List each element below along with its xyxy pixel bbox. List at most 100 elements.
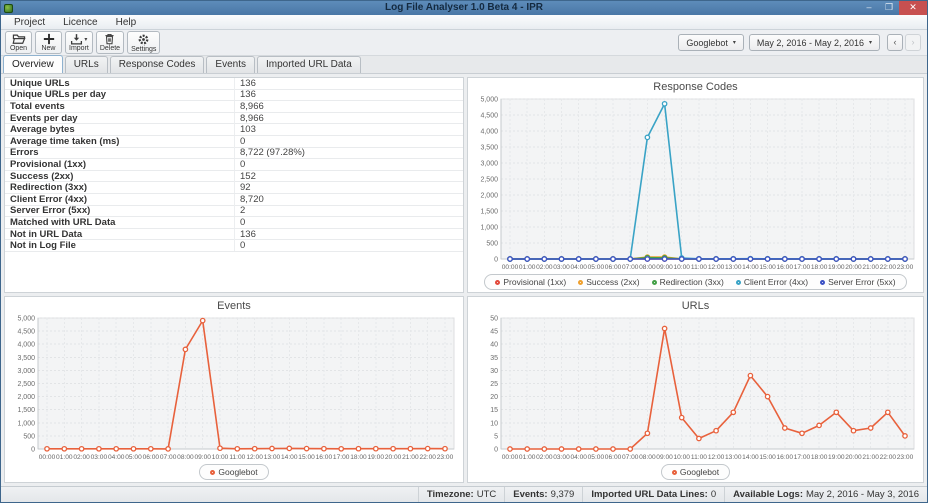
data-point — [407, 445, 414, 452]
svg-text:0: 0 — [494, 257, 498, 264]
stat-value: 136 — [234, 228, 463, 240]
stat-label: Client Error (4xx) — [10, 193, 88, 205]
bot-filter-dropdown[interactable]: Googlebot ▾ — [678, 34, 744, 51]
stat-label: Events per day — [10, 112, 78, 124]
menu-licence[interactable]: Licence — [54, 15, 106, 30]
svg-text:08:00: 08:00 — [639, 454, 656, 461]
minimize-icon[interactable]: – — [859, 1, 879, 15]
data-point — [799, 256, 805, 262]
response-codes-chart: 0 500 1,000 1,500 2,000 2,500 3,000 3,500 4,000 4… — [468, 94, 923, 272]
legend-item: Success (2xx) — [578, 277, 640, 287]
svg-text:18:00: 18:00 — [350, 454, 367, 461]
svg-text:06:00: 06:00 — [143, 454, 160, 461]
data-point — [884, 256, 891, 262]
data-point — [372, 445, 379, 452]
close-icon[interactable]: ✕ — [899, 1, 927, 15]
open-button[interactable]: Open — [5, 31, 32, 54]
data-point — [799, 430, 805, 437]
data-point — [747, 256, 754, 262]
toolbar-button-label: Open — [9, 45, 28, 52]
tab-urls[interactable]: URLs — [64, 56, 108, 73]
table-row: Unique URLs 136 — [5, 78, 463, 90]
events-chart-legend: Googlebot — [5, 462, 463, 482]
status-bar: Timezone: UTC Events: 9,379 Imported URL Dat… — [1, 486, 927, 502]
chart-canvas: 0 5 10 15 20 25 30 35 40 45 50 00:00 01:00 02:00 03:00… — [490, 316, 915, 461]
svg-text:5: 5 — [494, 433, 498, 440]
svg-text:19:00: 19:00 — [828, 454, 845, 461]
new-button[interactable]: New — [35, 31, 62, 54]
table-row: Unique URLs per day 136 — [5, 89, 463, 102]
svg-text:17:00: 17:00 — [794, 264, 811, 271]
svg-text:12:00: 12:00 — [708, 454, 725, 461]
import-button[interactable]: ▾ Import — [65, 31, 93, 54]
svg-text:02:00: 02:00 — [536, 454, 553, 461]
status-events: Events: 9,379 — [504, 487, 582, 502]
legend-label: Success (2xx) — [586, 277, 640, 287]
stat-label: Errors — [10, 147, 39, 159]
menu-bar: Project Licence Help — [1, 15, 927, 30]
svg-text:00:00: 00:00 — [502, 454, 519, 461]
svg-text:2,500: 2,500 — [480, 177, 498, 184]
svg-text:11:00: 11:00 — [691, 264, 707, 271]
data-point — [713, 256, 719, 262]
table-row: Success (2xx) 152 — [5, 170, 463, 183]
menu-help[interactable]: Help — [107, 15, 146, 30]
status-timezone: Timezone: UTC — [417, 487, 504, 502]
stat-label: Unique URLs — [10, 77, 70, 89]
chart-canvas: 0 500 1,000 1,500 2,000 2,500 3,000 3,500 4,000 4… — [17, 316, 455, 461]
svg-text:4,000: 4,000 — [480, 129, 498, 136]
svg-text:22:00: 22:00 — [419, 454, 436, 461]
data-point — [96, 445, 102, 452]
settings-button[interactable]: Settings — [127, 31, 161, 54]
data-point — [541, 446, 548, 452]
svg-text:1,500: 1,500 — [17, 407, 35, 414]
table-row: Server Error (5xx) 2 — [5, 205, 463, 218]
stat-value: 136 — [234, 78, 463, 89]
legend-item: Client Error (4xx) — [735, 277, 808, 287]
delete-button[interactable]: Delete — [95, 31, 125, 54]
svg-text:08:00: 08:00 — [177, 454, 194, 461]
data-point — [390, 445, 396, 452]
overview-stats-table: Unique URLs 136 Unique URLs per day 136 Tota… — [5, 78, 463, 252]
svg-text:00:00: 00:00 — [39, 454, 56, 461]
import-icon: ▾ — [70, 33, 87, 45]
svg-text:12:00: 12:00 — [708, 264, 725, 271]
svg-text:16:00: 16:00 — [777, 264, 794, 271]
events-chart-panel: Events 0 500 1,000 1,500 2,000 2,500 3,000 3,500… — [4, 296, 464, 483]
tab-overview[interactable]: Overview — [3, 55, 63, 73]
svg-text:25: 25 — [490, 381, 498, 388]
svg-text:15:00: 15:00 — [759, 264, 776, 271]
svg-text:17:00: 17:00 — [794, 454, 811, 461]
svg-text:09:00: 09:00 — [656, 264, 673, 271]
tab-imported-url-data[interactable]: Imported URL Data — [257, 56, 361, 73]
stat-value: 2 — [234, 205, 463, 217]
prev-day-button[interactable]: ‹ — [887, 34, 903, 51]
svg-text:07:00: 07:00 — [622, 454, 639, 461]
data-point — [558, 446, 565, 452]
svg-text:22:00: 22:00 — [880, 454, 897, 461]
legend-marker-icon — [495, 279, 501, 285]
tab-events[interactable]: Events — [206, 56, 255, 73]
data-point — [165, 446, 171, 452]
tab-response-codes[interactable]: Response Codes — [109, 56, 205, 73]
svg-text:30: 30 — [490, 368, 498, 375]
table-row: Events per day 8,966 — [5, 112, 463, 125]
data-point — [833, 409, 840, 416]
maximize-icon[interactable]: ❒ — [879, 1, 899, 15]
svg-text:20:00: 20:00 — [845, 454, 862, 461]
data-point — [867, 425, 874, 431]
menu-project[interactable]: Project — [5, 15, 54, 30]
svg-text:05:00: 05:00 — [588, 454, 605, 461]
data-point — [593, 446, 599, 452]
stat-value: 8,722 (97.28%) — [234, 147, 463, 159]
data-point — [61, 445, 68, 452]
data-point — [303, 445, 310, 452]
legend-box: Provisional (1xx) Success (2xx) Redirectio… — [484, 274, 907, 290]
legend-label: Redirection (3xx) — [659, 277, 724, 287]
legend-label: Googlebot — [218, 467, 258, 477]
date-range-dropdown[interactable]: May 2, 2016 - May 2, 2016 ▾ — [748, 34, 880, 51]
svg-text:01:00: 01:00 — [519, 454, 536, 461]
stat-value: 8,966 — [234, 100, 463, 112]
stat-value: 0 — [234, 158, 463, 170]
svg-text:2,000: 2,000 — [480, 193, 498, 200]
